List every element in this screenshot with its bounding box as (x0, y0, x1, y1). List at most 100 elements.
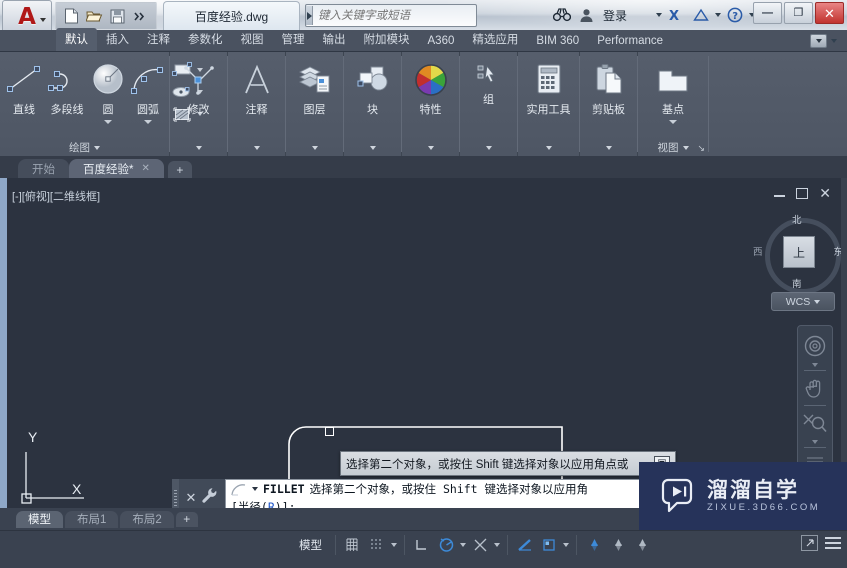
layout-tab-model[interactable]: 模型 (16, 510, 63, 528)
snap-dropdown-icon[interactable] (391, 543, 397, 547)
canvas-vertical-scrollbar[interactable] (841, 178, 847, 508)
ribbon-tab-featured-apps[interactable]: 精选应用 (463, 28, 527, 51)
ortho-mode-icon[interactable] (412, 536, 432, 554)
grid-display-icon[interactable] (343, 536, 363, 554)
drawing-canvas[interactable]: [-][俯视][二维线框] ✕ 选择第二个对象，或按住 Shift 键选择对象以… (0, 178, 847, 508)
panel-annotation-caret-icon[interactable] (253, 145, 260, 150)
exchange-icon[interactable]: X (665, 4, 687, 26)
file-tab-add-button[interactable]: + (167, 161, 192, 178)
panel-block-caret-icon[interactable] (369, 145, 376, 150)
tool-arc[interactable]: 圆弧 (128, 57, 168, 124)
ribbon-tab-bim360[interactable]: BIM 360 (527, 32, 588, 51)
ribbon-tab-insert[interactable]: 插入 (97, 28, 138, 51)
autodesk-icon[interactable] (690, 4, 712, 26)
ribbon-tab-manage[interactable]: 管理 (273, 28, 314, 51)
zoom-dropdown-icon[interactable] (812, 440, 818, 444)
viewport-label[interactable]: [-][俯视][二维线框] (12, 188, 100, 204)
coordinate-system-caret-icon[interactable] (814, 299, 821, 304)
ribbon-display-options[interactable] (810, 34, 837, 48)
file-tab-close-icon[interactable]: ✕ (141, 163, 149, 174)
snap-mode-icon[interactable] (367, 536, 387, 554)
pan-hand-icon[interactable] (801, 374, 829, 402)
panel-properties-caret-icon[interactable] (427, 145, 434, 150)
panel-view-dialog-launcher-icon[interactable]: ↘ (697, 143, 705, 154)
workspace-icon[interactable] (810, 34, 827, 48)
panel-clipboard-caret-icon[interactable] (605, 145, 612, 150)
tool-arc-dropdown-icon[interactable] (144, 120, 152, 124)
panel-view-caret-icon[interactable] (682, 145, 689, 150)
osnap-tracking-dropdown-icon[interactable] (494, 543, 500, 547)
ribbon-tab-annotate[interactable]: 注释 (138, 28, 179, 51)
more-qat-icon[interactable] (130, 6, 151, 27)
tool-properties[interactable]: 特性 (406, 57, 455, 117)
document-title-tab[interactable]: 百度经验.dwg (163, 1, 300, 31)
ribbon-minimize-caret-icon[interactable] (831, 39, 837, 43)
ribbon-tab-addins[interactable]: 附加模块 (355, 28, 419, 51)
tool-utilities[interactable]: 实用工具 (522, 57, 575, 117)
search-box[interactable] (305, 4, 477, 27)
tool-line[interactable]: 直线 (4, 57, 44, 117)
panel-title-annotation[interactable] (228, 139, 285, 156)
transparency-dropdown-icon[interactable] (563, 543, 569, 547)
tool-basepoint-dropdown-icon[interactable] (669, 120, 677, 124)
tool-modify[interactable]: 修改 (174, 57, 223, 117)
help-icon[interactable]: ? (724, 4, 746, 26)
panel-group-caret-icon[interactable] (485, 145, 492, 150)
view-cube-west-label[interactable]: 西 (753, 244, 763, 258)
sign-in-caret-icon[interactable] (656, 13, 662, 17)
tool-layer[interactable]: 图层 (290, 57, 339, 117)
steering-wheel-icon[interactable] (801, 332, 829, 360)
new-file-icon[interactable] (61, 6, 82, 27)
application-menu-button[interactable]: A (2, 0, 52, 34)
panel-title-modify[interactable] (170, 139, 227, 156)
close-button[interactable]: ✕ (815, 2, 844, 24)
panel-title-utilities[interactable] (518, 139, 579, 156)
tool-circle[interactable]: 圆 (90, 57, 126, 124)
minimize-button[interactable]: — (753, 2, 782, 24)
layout-tab-layout2[interactable]: 布局2 (120, 510, 174, 528)
panel-utilities-caret-icon[interactable] (545, 145, 552, 150)
layout-tab-add-button[interactable]: + (175, 511, 198, 527)
save-file-icon[interactable] (107, 6, 128, 27)
panel-title-view[interactable]: 视图 ↘ (638, 139, 708, 156)
selection-cycling-icon[interactable] (584, 536, 604, 554)
view-cube-south-label[interactable]: 南 (792, 276, 802, 290)
tool-circle-dropdown-icon[interactable] (104, 120, 112, 124)
panel-title-draw[interactable]: 绘图 (0, 139, 169, 156)
restore-button[interactable]: ❐ (784, 2, 813, 24)
ribbon-tab-a360[interactable]: A360 (419, 32, 464, 51)
panel-title-layer[interactable] (286, 139, 343, 156)
polar-dropdown-icon[interactable] (460, 543, 466, 547)
transparency-icon[interactable] (539, 536, 559, 554)
tool-basepoint[interactable]: 基点 (642, 57, 704, 124)
wrench-icon[interactable] (201, 487, 218, 509)
hamburger-icon[interactable] (825, 537, 841, 549)
open-file-icon[interactable] (84, 6, 105, 27)
ribbon-tab-performance[interactable]: Performance (588, 32, 672, 51)
ribbon-tab-parametric[interactable]: 参数化 (179, 28, 232, 51)
selection-grip-marker[interactable] (325, 427, 334, 436)
status-expand-button[interactable] (801, 535, 818, 551)
search-dropdown-icon[interactable] (306, 6, 313, 25)
steering-wheel-dropdown-icon[interactable] (812, 363, 818, 367)
panel-draw-caret-icon[interactable] (94, 145, 100, 150)
user-icon[interactable] (576, 4, 598, 26)
command-history-dropdown-icon[interactable] (252, 487, 258, 491)
autodesk-caret-icon[interactable] (715, 13, 721, 17)
tool-clipboard[interactable]: 剪贴板 (584, 57, 633, 117)
coordinate-system-selector[interactable]: WCS (771, 292, 835, 311)
panel-title-block[interactable] (344, 139, 401, 156)
tool-block[interactable]: 块 (348, 57, 397, 117)
panel-title-properties[interactable] (402, 139, 459, 156)
view-cube-north-label[interactable]: 北 (792, 212, 802, 226)
zoom-extents-icon[interactable] (801, 409, 829, 437)
panel-modify-caret-icon[interactable] (195, 145, 202, 150)
tool-annotation[interactable]: 注释 (232, 57, 281, 117)
sign-in-label[interactable]: 登录 (601, 7, 629, 24)
annotation-scale-icon[interactable] (632, 536, 652, 554)
viewport-close-icon[interactable]: ✕ (819, 186, 831, 200)
view-cube-top-face[interactable]: 上 (783, 236, 815, 268)
binoculars-icon[interactable] (551, 4, 573, 26)
lineweight-icon[interactable] (515, 536, 535, 554)
panel-title-clipboard[interactable] (580, 139, 637, 156)
